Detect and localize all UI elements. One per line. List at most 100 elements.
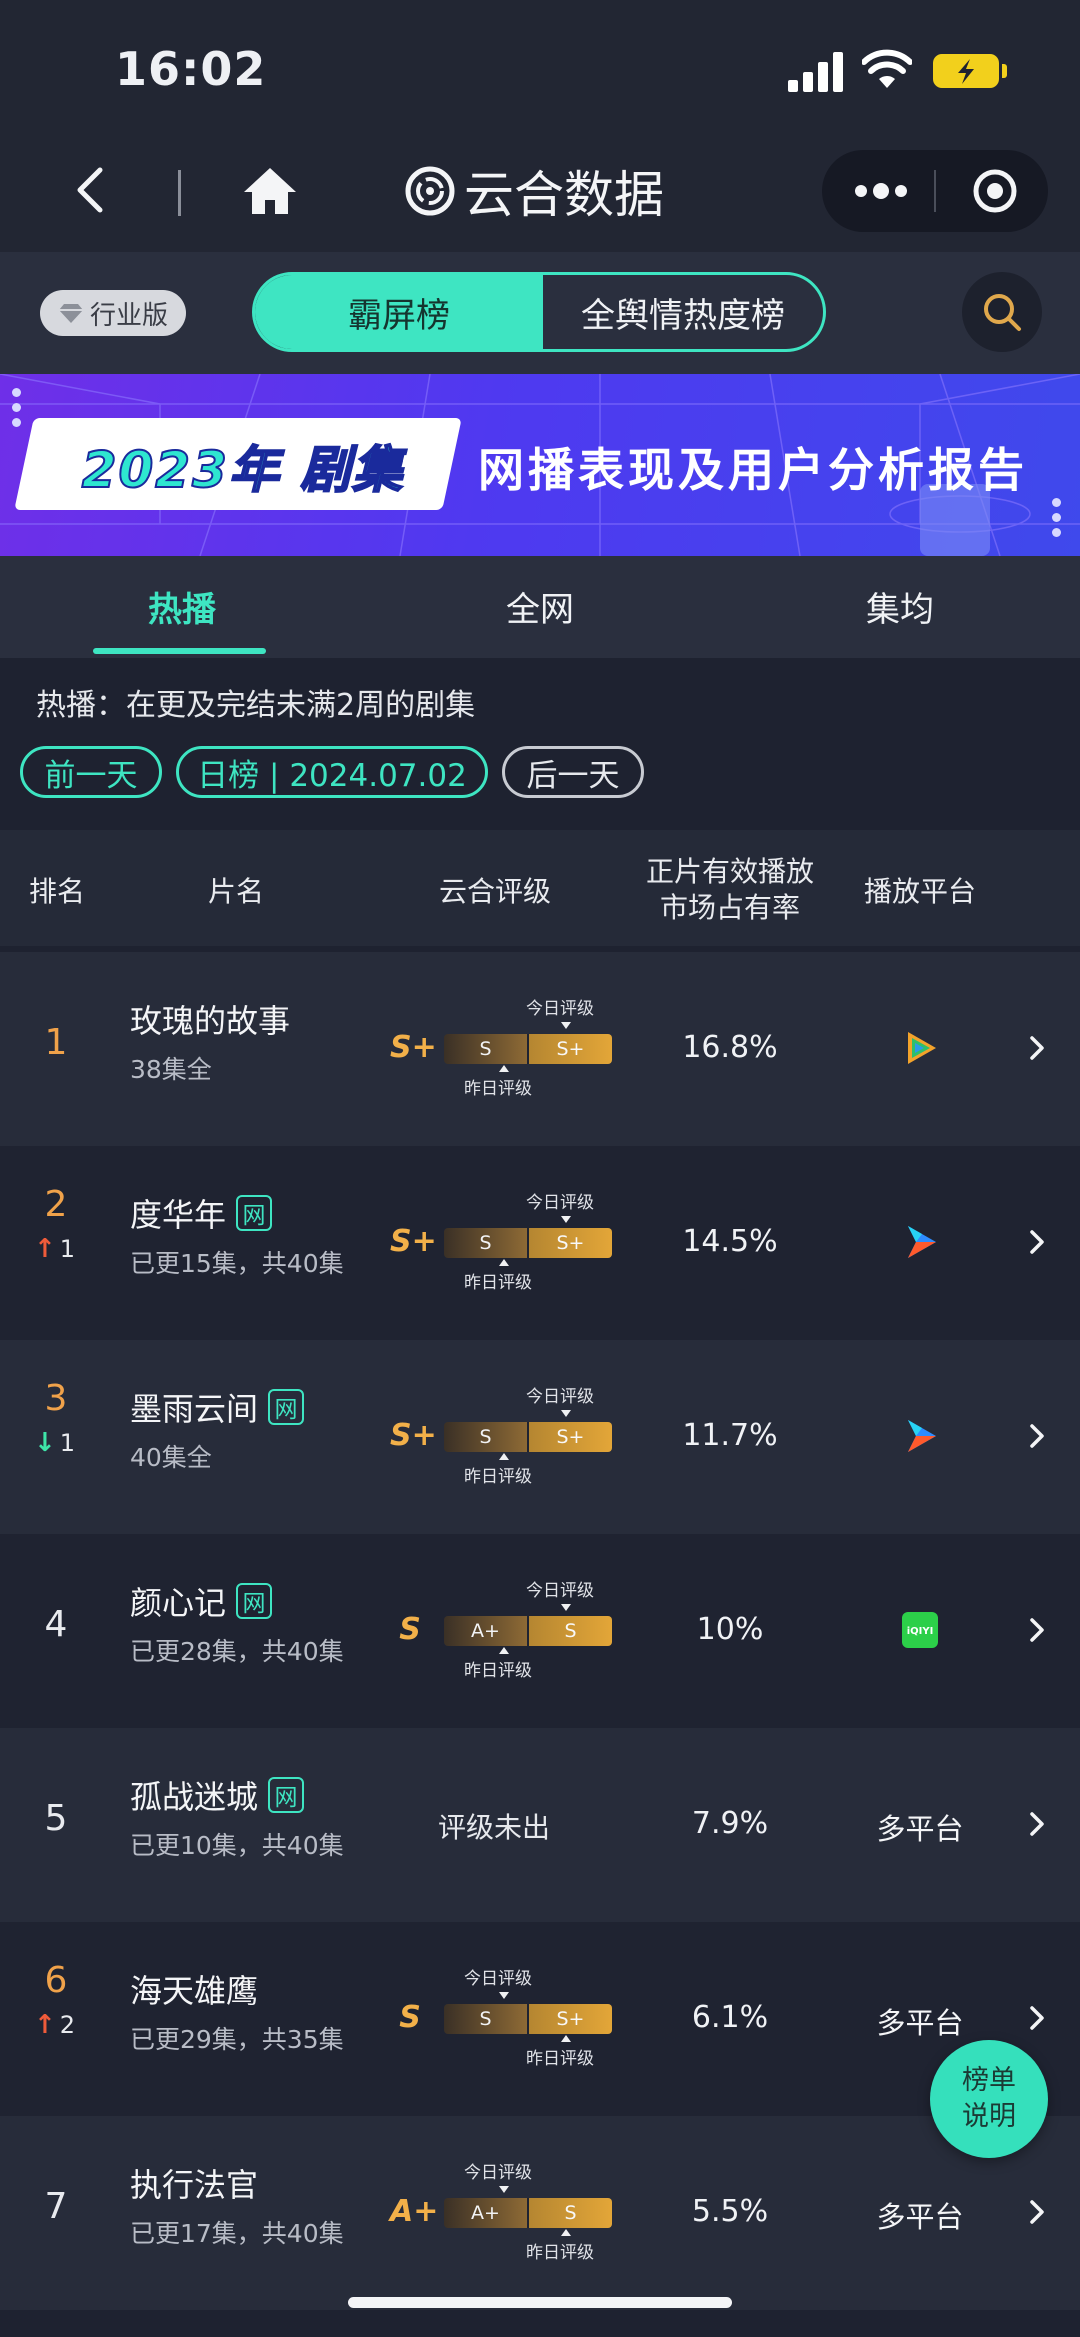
grade-today: S+ [527, 1422, 612, 1452]
header-title: 片名 [207, 875, 264, 908]
header-share-line1: 正片有效播放 [645, 855, 814, 888]
row-rank: 1 [44, 1022, 68, 1063]
yesterday-grade-label: 昨日评级 [464, 1661, 532, 1681]
yesterday-marker [561, 2229, 571, 2236]
grade-bar: A+ S [444, 1616, 612, 1646]
svg-text:iQIYI: iQIYI [907, 1626, 934, 1637]
chevron-right-icon[interactable] [1026, 1422, 1048, 1450]
current-grade: S+ [390, 1224, 437, 1259]
show-title[interactable]: 玫瑰的故事 [130, 996, 290, 1042]
yesterday-marker [499, 1259, 509, 1266]
row-rank: 5 [44, 1798, 68, 1839]
trend-value: 1 [59, 1235, 76, 1263]
table-row[interactable]: 7 执行法官 已更17集，共40集 A+ A+ S 今日评级 昨日评级 5.5% 多平台 [0, 2116, 1080, 2310]
table-row[interactable]: 5 孤战迷城网已更10集，共40集 评级未出 7.9% 多平台 [0, 1728, 1080, 1922]
show-title[interactable]: 墨雨云间 [130, 1384, 258, 1430]
table-row[interactable]: 3 ↓ 1 墨雨云间网 40集全 S+ S S+ 今日评级 昨日评级 11.7% [0, 1340, 1080, 1534]
show-title[interactable]: 孤战迷城 [130, 1772, 258, 1818]
status-bar: 16:02 [0, 0, 1080, 130]
capsule-divider [934, 170, 936, 212]
row-title-line: 玫瑰的故事 [130, 996, 290, 1042]
market-share: 7.9% [691, 1806, 769, 1841]
banner-dots-left [12, 388, 22, 438]
grade-bar: S S+ [444, 1422, 612, 1452]
web-series-badge: 网 [236, 1583, 273, 1619]
promo-banner[interactable]: 2023年 剧集 网播表现及用户分析报告 [0, 374, 1080, 556]
banner-title: 网播表现及用户分析报告 [478, 443, 1028, 497]
table-row[interactable]: 2 ↑ 1 度华年网已更15集，共40集 S+ S S+ 今日评级 昨日评级 14.5% [0, 1146, 1080, 1340]
table-header: 排名 片名 云合评级 正片有效播放 市场占有率 播放平台 [0, 830, 1080, 946]
next-day-button[interactable]: 后一天 [502, 746, 644, 798]
table-row[interactable]: 1 玫瑰的故事 38集全 S+ S S+ 今日评级 昨日评级 16.8% [0, 952, 1080, 1146]
more-icon[interactable] [852, 178, 910, 204]
chevron-right-icon[interactable] [1026, 1810, 1048, 1838]
grade-bar: A+ S [444, 2198, 612, 2228]
yesterday-marker [499, 1647, 509, 1654]
market-share: 5.5% [691, 2194, 769, 2229]
youku-icon [900, 1222, 940, 1262]
signal-icon [788, 52, 844, 92]
table-row[interactable]: 6 ↑ 2 海天雄鹰 已更29集，共35集 S S S+ 今日评级 昨日评级 6.1% 多平台 [0, 1922, 1080, 2116]
show-title[interactable]: 海天雄鹰 [130, 1966, 258, 2012]
current-grade: A+ [390, 2194, 439, 2229]
segment-dominance[interactable]: 霸屏榜 [255, 275, 543, 349]
rank-trend: ↓ 1 [34, 1428, 84, 1458]
grade-bar: S S+ [444, 2004, 612, 2034]
tab-all-network[interactable]: 全网 [506, 582, 574, 631]
show-title[interactable]: 执行法官 [130, 2160, 258, 2206]
ranking-segment: 霸屏榜 全舆情热度榜 [252, 272, 826, 352]
chevron-right-icon[interactable] [1026, 2198, 1048, 2226]
search-icon [984, 294, 1021, 331]
grade-yesterday: S [444, 1228, 527, 1258]
arrow-up-icon: ↑ [34, 1234, 56, 1264]
chevron-right-icon[interactable] [1026, 2004, 1048, 2032]
row-title-line: 执行法官 [130, 2160, 258, 2206]
rank-trend: ↑ 1 [34, 1234, 84, 1264]
trend-value: 2 [59, 2011, 76, 2039]
market-share: 6.1% [691, 2000, 769, 2035]
show-title[interactable]: 度华年 [130, 1190, 226, 1236]
back-icon[interactable] [62, 160, 122, 220]
tab-underline [93, 648, 266, 654]
web-series-badge: 网 [268, 1389, 305, 1425]
battery-icon [933, 54, 999, 88]
today-grade-label: 今日评级 [526, 1387, 594, 1407]
episode-status: 已更10集，共40集 [130, 1831, 344, 1860]
table-row[interactable]: 4 颜心记网已更28集，共40集 S A+ S 今日评级 昨日评级 10% iQIYI [0, 1534, 1080, 1728]
nav-bar: 云合数据 [0, 130, 1080, 252]
today-grade-label: 今日评级 [464, 1969, 532, 1989]
yesterday-marker [499, 1453, 509, 1460]
chevron-right-icon[interactable] [1026, 1616, 1048, 1644]
today-grade-label: 今日评级 [526, 1581, 594, 1601]
main-tabs: 热播 全网 集均 [0, 556, 1080, 658]
chevron-right-icon[interactable] [1026, 1034, 1048, 1062]
today-marker [499, 2186, 509, 2193]
ranking-description: 热播：在更及完结未满2周的剧集 [36, 688, 476, 723]
youku-icon [900, 1416, 940, 1456]
ranking-explanation-button[interactable]: 榜单 说明 [930, 2040, 1048, 2158]
close-target-icon[interactable] [972, 168, 1018, 214]
wifi-icon [862, 49, 912, 88]
banner-dots-right [1052, 498, 1062, 548]
show-title[interactable]: 颜心记 [130, 1578, 226, 1624]
chevron-right-icon[interactable] [1026, 1228, 1048, 1256]
market-share: 14.5% [682, 1224, 778, 1259]
row-title-line: 颜心记网 [130, 1578, 273, 1624]
iqiyi-icon: iQIYI [900, 1610, 940, 1650]
date-selector[interactable]: 日榜 | 2024.07.02 [176, 746, 488, 798]
edition-badge[interactable]: 行业版 [40, 290, 186, 336]
grade-today: S [527, 1616, 612, 1646]
row-rank: 2 [44, 1184, 68, 1225]
current-grade: S+ [390, 1030, 437, 1065]
home-icon[interactable] [240, 160, 300, 220]
web-series-badge: 网 [236, 1195, 273, 1231]
tab-per-episode[interactable]: 集均 [866, 582, 934, 631]
search-button[interactable] [962, 272, 1042, 352]
yesterday-grade-label: 昨日评级 [464, 1079, 532, 1099]
market-share: 16.8% [682, 1030, 778, 1065]
yesterday-marker [561, 2035, 571, 2042]
yesterday-grade-label: 昨日评级 [526, 2243, 594, 2263]
segment-sentiment-heat[interactable]: 全舆情热度榜 [543, 275, 823, 349]
tab-hot[interactable]: 热播 [148, 582, 216, 631]
prev-day-button[interactable]: 前一天 [20, 746, 162, 798]
